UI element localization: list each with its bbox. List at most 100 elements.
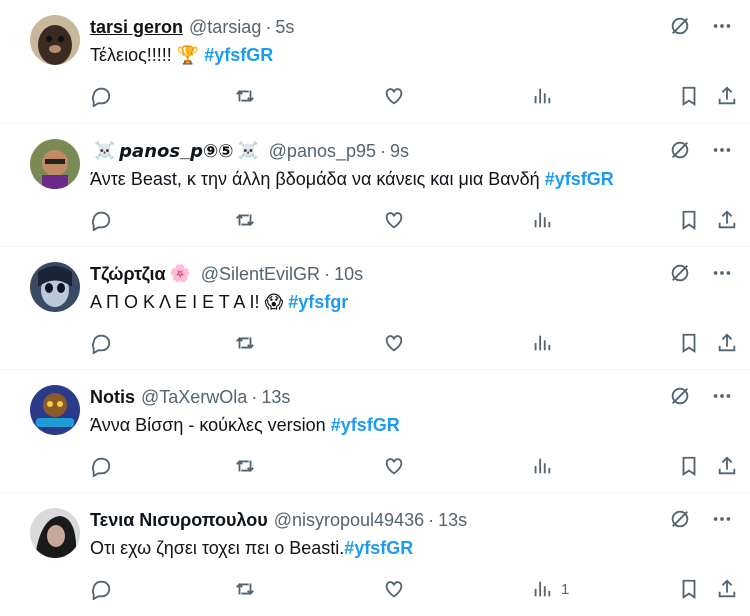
tweet-text: Α Π Ο Κ Λ Ε Ι Ε Τ Α Ι! 😱 #yfsfgr xyxy=(90,291,348,313)
separator: · xyxy=(380,140,387,161)
tweet-text-content: Άντε Beast, κ την άλλη βδομάδα να κάνεις… xyxy=(90,169,540,189)
tweet[interactable]: Notis @TaXerwOla · 13s Άννα Βίσση - κούκ… xyxy=(0,370,750,493)
views-icon[interactable]: 1 xyxy=(531,577,569,601)
views-icon[interactable] xyxy=(531,208,561,232)
retweet-icon[interactable] xyxy=(234,84,256,108)
more-icon[interactable] xyxy=(710,14,734,38)
tweet-text: Οτι εχω ζησει τοχει πει ο Beasti.#yfsfGR xyxy=(90,537,413,559)
like-icon[interactable] xyxy=(383,577,405,601)
name-emoji-before: ☠️ xyxy=(94,141,116,161)
separator: · xyxy=(324,263,331,284)
name-emoji-after: ☠️ xyxy=(237,141,259,161)
bookmark-icon[interactable] xyxy=(678,84,700,108)
tweet-header: Notis @TaXerwOla · 13s xyxy=(90,386,660,408)
tweet-header: Τζώρτζια 🌸 @SilentEvilGR · 10s xyxy=(90,263,660,285)
share-icon[interactable] xyxy=(716,84,738,108)
avatar[interactable] xyxy=(30,508,80,558)
like-icon[interactable] xyxy=(383,84,405,108)
tweet-text-content: Άννα Βίσση - κούκλες version xyxy=(90,415,326,435)
display-name[interactable]: Notis xyxy=(90,387,135,408)
grok-icon[interactable] xyxy=(668,261,692,285)
hashtag[interactable]: #yfsfGR xyxy=(331,415,400,435)
retweet-icon[interactable] xyxy=(234,577,256,601)
user-handle[interactable]: @tarsiag xyxy=(189,17,261,38)
grok-icon[interactable] xyxy=(668,384,692,408)
tweet-text: Τέλειος!!!!! 🏆 #yfsfGR xyxy=(90,44,273,66)
tweet-text: Άννα Βίσση - κούκλες version #yfsfGR xyxy=(90,414,400,436)
reply-icon[interactable] xyxy=(90,208,112,232)
avatar[interactable] xyxy=(30,15,80,65)
tweet-text-content: Τέλειος!!!!! 🏆 xyxy=(90,45,200,65)
bookmark-icon[interactable] xyxy=(678,454,700,478)
bookmark-icon[interactable] xyxy=(678,208,700,232)
reply-icon[interactable] xyxy=(90,577,112,601)
tweet-header: tarsi geron @tarsiag · 5s xyxy=(90,16,660,38)
hashtag[interactable]: #yfsfGR xyxy=(344,538,413,558)
tweet[interactable]: Τζώρτζια 🌸 @SilentEvilGR · 10s Α Π Ο Κ Λ… xyxy=(0,247,750,370)
more-icon[interactable] xyxy=(710,507,734,531)
user-handle[interactable]: @TaXerwOla xyxy=(141,387,247,408)
timestamp[interactable]: 10s xyxy=(334,264,363,285)
tweet-actions xyxy=(90,208,736,232)
user-handle[interactable]: @SilentEvilGR xyxy=(201,264,320,285)
share-icon[interactable] xyxy=(716,454,738,478)
share-icon[interactable] xyxy=(716,331,738,355)
separator: · xyxy=(251,386,258,407)
grok-icon[interactable] xyxy=(668,507,692,531)
retweet-icon[interactable] xyxy=(234,454,256,478)
timestamp[interactable]: 5s xyxy=(275,17,294,38)
views-icon[interactable] xyxy=(531,331,561,355)
like-icon[interactable] xyxy=(383,331,405,355)
tweet-text: Άντε Beast, κ την άλλη βδομάδα να κάνεις… xyxy=(90,168,614,190)
hashtag[interactable]: #yfsfGR xyxy=(204,45,273,65)
more-icon[interactable] xyxy=(710,138,734,162)
tweet[interactable]: Τενια Νισυροπουλου @nisyropoul49436 · 13… xyxy=(0,493,750,616)
display-name[interactable]: Τζώρτζια xyxy=(90,264,166,285)
views-icon[interactable] xyxy=(531,84,561,108)
tweet-actions xyxy=(90,454,736,478)
more-icon[interactable] xyxy=(710,261,734,285)
more-icon[interactable] xyxy=(710,384,734,408)
bookmark-icon[interactable] xyxy=(678,331,700,355)
reply-icon[interactable] xyxy=(90,84,112,108)
tweet-text-content: Α Π Ο Κ Λ Ε Ι Ε Τ Α Ι! 😱 xyxy=(90,292,284,312)
views-icon[interactable] xyxy=(531,454,561,478)
display-name[interactable]: Τενια Νισυροπουλου xyxy=(90,510,268,531)
like-icon[interactable] xyxy=(383,454,405,478)
tweet-actions xyxy=(90,331,736,355)
reply-icon[interactable] xyxy=(90,331,112,355)
tweet-header: ☠️ 𝙥𝙖𝙣𝙤𝙨_𝙥⑨⑤ ☠️ @panos_p95 · 9s xyxy=(90,140,660,162)
avatar[interactable] xyxy=(30,139,80,189)
separator: · xyxy=(428,509,435,530)
tweet-actions: 1 xyxy=(90,577,736,601)
retweet-icon[interactable] xyxy=(234,208,256,232)
tweet-actions xyxy=(90,84,736,108)
display-name[interactable]: tarsi geron xyxy=(90,17,183,38)
tweet-header: Τενια Νισυροπουλου @nisyropoul49436 · 13… xyxy=(90,509,660,531)
share-icon[interactable] xyxy=(716,577,738,601)
name-emoji-after: 🌸 xyxy=(169,264,191,284)
display-name[interactable]: 𝙥𝙖𝙣𝙤𝙨_𝙥⑨⑤ xyxy=(119,141,233,162)
grok-icon[interactable] xyxy=(668,14,692,38)
timestamp[interactable]: 13s xyxy=(261,387,290,408)
user-handle[interactable]: @panos_p95 xyxy=(269,141,376,162)
timestamp[interactable]: 9s xyxy=(390,141,409,162)
timestamp[interactable]: 13s xyxy=(438,510,467,531)
avatar[interactable] xyxy=(30,262,80,312)
user-handle[interactable]: @nisyropoul49436 xyxy=(274,510,424,531)
views-count: 1 xyxy=(561,580,570,598)
hashtag[interactable]: #yfsfgr xyxy=(288,292,348,312)
bookmark-icon[interactable] xyxy=(678,577,700,601)
hashtag[interactable]: #yfsfGR xyxy=(545,169,614,189)
grok-icon[interactable] xyxy=(668,138,692,162)
retweet-icon[interactable] xyxy=(234,331,256,355)
separator: · xyxy=(265,16,272,37)
reply-icon[interactable] xyxy=(90,454,112,478)
share-icon[interactable] xyxy=(716,208,738,232)
timeline-feed: tarsi geron @tarsiag · 5s Τέλειος!!!!! 🏆… xyxy=(0,0,750,616)
tweet[interactable]: ☠️ 𝙥𝙖𝙣𝙤𝙨_𝙥⑨⑤ ☠️ @panos_p95 · 9s Άντε Bea… xyxy=(0,124,750,247)
tweet[interactable]: tarsi geron @tarsiag · 5s Τέλειος!!!!! 🏆… xyxy=(0,0,750,124)
like-icon[interactable] xyxy=(383,208,405,232)
tweet-text-content: Οτι εχω ζησει τοχει πει ο Beasti. xyxy=(90,538,345,558)
avatar[interactable] xyxy=(30,385,80,435)
